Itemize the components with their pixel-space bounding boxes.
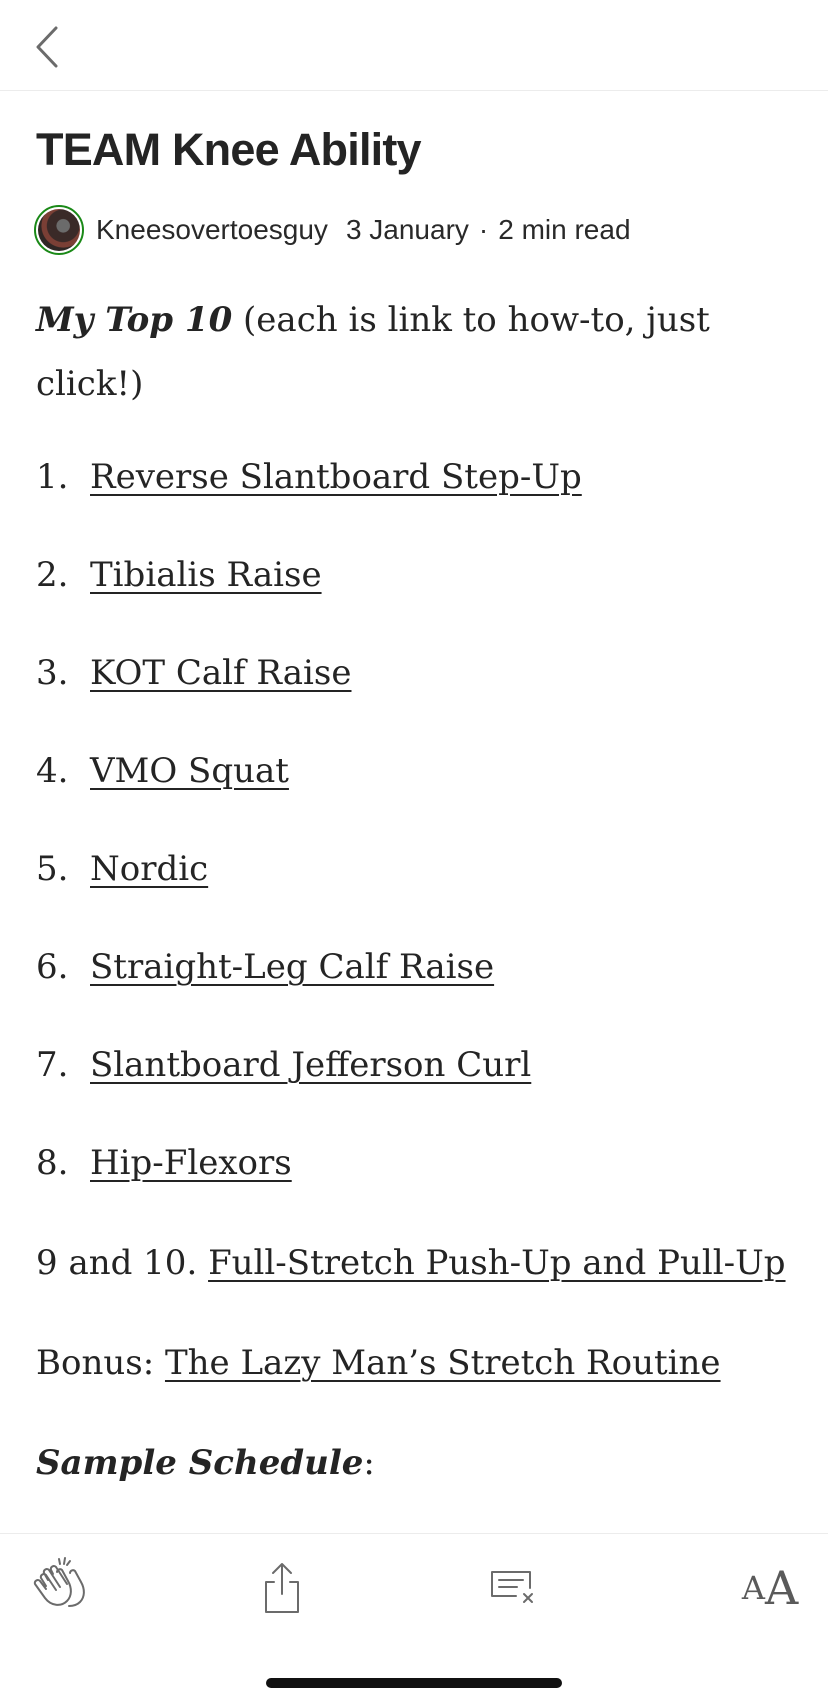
read-time: 2 min read	[498, 214, 631, 245]
text-size-button[interactable]: AA	[720, 1556, 820, 1620]
intro-emphasis: My Top 10	[36, 300, 233, 340]
exercise-link[interactable]: Nordic	[90, 849, 208, 889]
text-size-small-glyph: A	[741, 1569, 765, 1607]
list-item: 4. VMO Squat	[36, 739, 289, 803]
author-avatar[interactable]	[34, 205, 84, 255]
intro-text-line1: (each is link to how-to, just	[232, 300, 710, 340]
exercise-link[interactable]: Full-Stretch Push-Up and Pull-Up	[208, 1243, 785, 1283]
list-number: 7.	[36, 1045, 69, 1085]
list-number: 4.	[36, 751, 69, 791]
share-button[interactable]	[250, 1556, 314, 1620]
schedule-colon: :	[363, 1443, 375, 1483]
exercise-link[interactable]: Slantboard Jefferson Curl	[90, 1045, 531, 1085]
bottom-toolbar: AA	[0, 1533, 828, 1699]
bonus-prefix: Bonus:	[36, 1343, 165, 1383]
back-button[interactable]	[30, 22, 70, 72]
home-indicator[interactable]	[266, 1678, 562, 1688]
list-number: 1.	[36, 457, 69, 497]
top-nav-bar	[0, 0, 828, 91]
list-number: 6.	[36, 947, 69, 987]
intro-paragraph: My Top 10 (each is link to how-to, just …	[36, 288, 710, 416]
text-size-large-glyph: A	[764, 1561, 799, 1615]
chevron-left-icon	[36, 26, 58, 68]
responses-button[interactable]	[482, 1556, 546, 1620]
list-item: 3. KOT Calf Raise	[36, 641, 352, 705]
intro-text-line2: click!)	[36, 364, 144, 404]
clap-icon	[33, 1557, 85, 1607]
schedule-heading: Sample Schedule:	[36, 1431, 375, 1495]
responses-icon	[491, 1571, 533, 1603]
bonus-link[interactable]: The Lazy Man’s Stretch Routine	[165, 1343, 721, 1383]
byline-separator: ·	[478, 214, 489, 245]
schedule-label: Sample Schedule	[36, 1443, 364, 1483]
list-number: 5.	[36, 849, 69, 889]
byline: Kneesovertoesguy 3 January · 2 min read	[34, 203, 631, 257]
list-item: 1. Reverse Slantboard Step-Up	[36, 445, 582, 509]
clap-button[interactable]	[30, 1556, 94, 1620]
author-name[interactable]: Kneesovertoesguy	[96, 214, 328, 246]
list-number: 3.	[36, 653, 69, 693]
list-number: 8.	[36, 1143, 69, 1183]
exercise-link[interactable]: Tibialis Raise	[90, 555, 322, 595]
exercise-link[interactable]: KOT Calf Raise	[90, 653, 352, 693]
article-title: TEAM Knee Ability	[36, 124, 422, 175]
list-number: 2.	[36, 555, 69, 595]
avatar-image	[38, 209, 80, 251]
share-icon	[265, 1563, 299, 1613]
list-item: 5. Nordic	[36, 837, 208, 901]
list-number-9-10: 9 and 10.	[36, 1243, 209, 1283]
exercise-link[interactable]: VMO Squat	[90, 751, 289, 791]
list-item: 7. Slantboard Jefferson Curl	[36, 1033, 531, 1097]
bonus-line: Bonus: The Lazy Man’s Stretch Routine	[36, 1331, 721, 1395]
exercise-link[interactable]: Straight-Leg Calf Raise	[90, 947, 494, 987]
list-item: 8. Hip-Flexors	[36, 1131, 292, 1195]
publish-date: 3 January	[345, 214, 469, 245]
list-item: 2. Tibialis Raise	[36, 543, 322, 607]
list-item-9-10: 9 and 10. Full-Stretch Push-Up and Pull-…	[36, 1231, 786, 1295]
list-item: 6. Straight-Leg Calf Raise	[36, 935, 494, 999]
exercise-link[interactable]: Hip-Flexors	[90, 1143, 292, 1183]
exercise-link[interactable]: Reverse Slantboard Step-Up	[90, 457, 582, 497]
